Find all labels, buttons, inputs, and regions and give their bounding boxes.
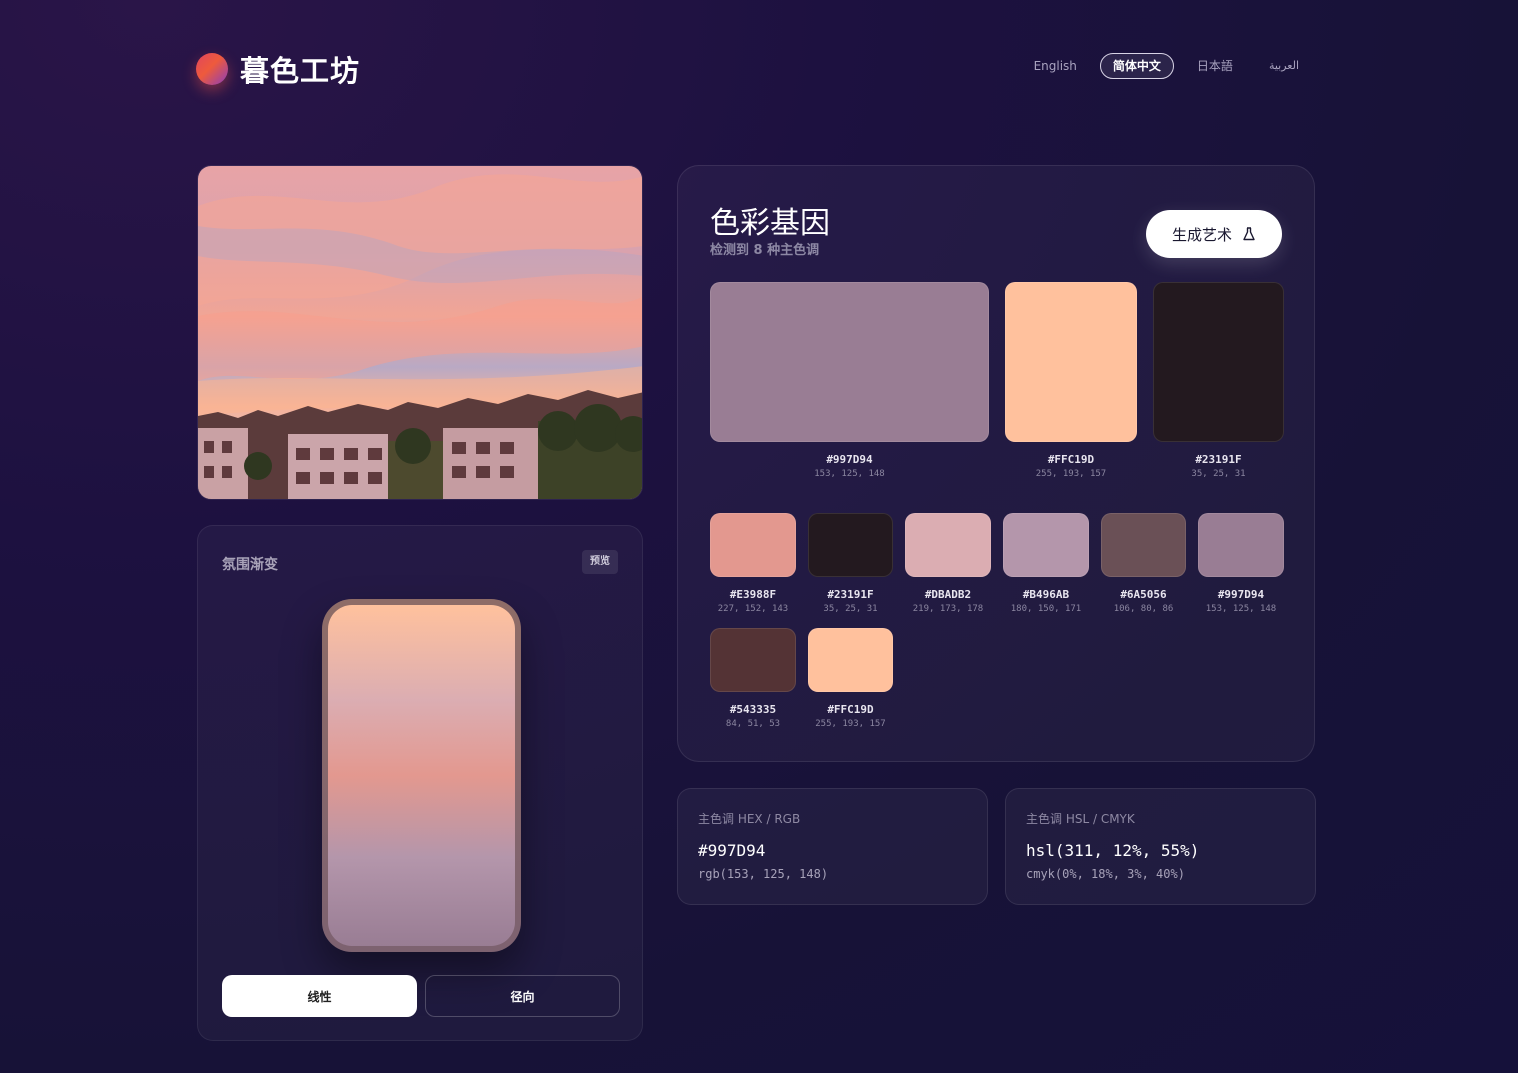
palette-swatch[interactable]: #23191F 35, 25, 31 bbox=[808, 513, 893, 614]
swatch-rgb: 227, 152, 143 bbox=[717, 604, 789, 614]
swatch-color bbox=[1005, 282, 1137, 442]
swatch-color bbox=[1153, 282, 1284, 442]
swatch-color bbox=[808, 513, 893, 577]
cmyk-value[interactable]: cmyk(0%, 18%, 3%, 40%) bbox=[1026, 867, 1185, 881]
lang-simplified-chinese[interactable]: 简体中文 bbox=[1099, 53, 1174, 79]
linear-gradient-button[interactable]: 线性 bbox=[222, 975, 417, 1017]
hex-rgb-label: 主色调 HEX / RGB bbox=[698, 812, 801, 826]
swatch-hex: #997D94 bbox=[1217, 588, 1265, 601]
lang-english[interactable]: English bbox=[1021, 53, 1090, 79]
color-genes-panel: 色彩基因 检测到 8 种主色调 生成艺术 #997D94 153, 125, 1… bbox=[677, 165, 1315, 762]
brand: 暮色工坊 bbox=[196, 48, 360, 90]
swatch-color bbox=[1101, 513, 1186, 577]
primary-swatch-1[interactable]: #997D94 153, 125, 148 bbox=[710, 282, 989, 479]
swatch-hex: #FFC19D bbox=[1047, 453, 1095, 466]
rgb-value[interactable]: rgb(153, 125, 148) bbox=[698, 867, 828, 881]
lang-japanese[interactable]: 日本語 bbox=[1184, 53, 1246, 79]
swatch-rgb: 153, 125, 148 bbox=[1205, 604, 1277, 614]
phone-mockup bbox=[322, 599, 521, 952]
swatch-rgb: 219, 173, 178 bbox=[912, 604, 984, 614]
palette-swatch[interactable]: #543335 84, 51, 53 bbox=[710, 628, 796, 729]
hsl-cmyk-card: 主色调 HSL / CMYK hsl(311, 12%, 55%) cmyk(0… bbox=[1005, 788, 1316, 905]
radial-gradient-button[interactable]: 径向 bbox=[425, 975, 620, 1017]
swatch-hex: #6A5056 bbox=[1120, 588, 1167, 601]
palette-swatch[interactable]: #997D94 153, 125, 148 bbox=[1198, 513, 1284, 614]
swatch-hex: #23191F bbox=[1195, 453, 1242, 466]
hsl-cmyk-label: 主色调 HSL / CMYK bbox=[1026, 812, 1135, 826]
swatch-hex: #23191F bbox=[827, 588, 874, 601]
palette-swatch[interactable]: #6A5056 106, 80, 86 bbox=[1101, 513, 1186, 614]
swatch-hex: #B496AB bbox=[1022, 588, 1070, 601]
gradient-panel-title: 氛围渐变 bbox=[222, 557, 278, 573]
swatch-color bbox=[808, 628, 893, 692]
swatch-color bbox=[710, 513, 796, 577]
generate-art-label: 生成艺术 bbox=[1171, 225, 1232, 244]
flask-icon bbox=[1243, 227, 1255, 241]
swatch-rgb: 255, 193, 157 bbox=[1035, 469, 1107, 479]
swatch-rgb: 35, 25, 31 bbox=[1191, 469, 1246, 479]
generate-art-button[interactable]: 生成艺术 bbox=[1146, 210, 1282, 258]
lang-arabic[interactable]: العربية bbox=[1256, 53, 1312, 79]
palette-title: 色彩基因 bbox=[710, 206, 830, 241]
swatch-rgb: 106, 80, 86 bbox=[1113, 604, 1174, 614]
logo-icon bbox=[196, 53, 228, 85]
source-photo bbox=[197, 165, 643, 500]
primary-swatch-3[interactable]: #23191F 35, 25, 31 bbox=[1153, 282, 1284, 479]
swatch-rgb: 153, 125, 148 bbox=[814, 469, 885, 479]
swatch-color bbox=[710, 282, 989, 442]
swatch-color bbox=[1003, 513, 1089, 577]
palette-swatch[interactable]: #DBADB2 219, 173, 178 bbox=[905, 513, 991, 614]
swatch-hex: #E3988F bbox=[729, 588, 777, 601]
ambient-gradient-panel: 氛围渐变 预览 线性 径向 bbox=[197, 525, 643, 1041]
swatch-hex: #543335 bbox=[729, 703, 777, 716]
brand-name: 暮色工坊 bbox=[240, 54, 361, 88]
swatch-rgb: 255, 193, 157 bbox=[815, 719, 886, 729]
swatch-color bbox=[905, 513, 991, 577]
primary-swatch-2[interactable]: #FFC19D 255, 193, 157 bbox=[1005, 282, 1137, 479]
swatch-hex: #FFC19D bbox=[827, 703, 874, 716]
palette-swatch[interactable]: #B496AB 180, 150, 171 bbox=[1003, 513, 1089, 614]
sunset-photo-image bbox=[198, 166, 642, 499]
swatch-rgb: 84, 51, 53 bbox=[725, 719, 781, 729]
palette-swatch[interactable]: #FFC19D 255, 193, 157 bbox=[808, 628, 893, 729]
swatch-rgb: 35, 25, 31 bbox=[823, 604, 878, 614]
hex-rgb-card: 主色调 HEX / RGB #997D94 rgb(153, 125, 148) bbox=[677, 788, 988, 905]
swatch-hex: #997D94 bbox=[826, 453, 873, 466]
language-switcher: English 简体中文 日本語 العربية bbox=[1021, 53, 1312, 79]
preview-badge: 预览 bbox=[582, 550, 618, 574]
gradient-preview-screen bbox=[328, 605, 515, 946]
hsl-value[interactable]: hsl(311, 12%, 55%) bbox=[1026, 841, 1199, 860]
swatch-color bbox=[710, 628, 796, 692]
swatch-color bbox=[1198, 513, 1284, 577]
swatch-rgb: 180, 150, 171 bbox=[1010, 604, 1082, 614]
palette-subtitle: 检测到 8 种主色调 bbox=[710, 243, 820, 258]
palette-swatch[interactable]: #E3988F 227, 152, 143 bbox=[710, 513, 796, 614]
swatch-hex: #DBADB2 bbox=[924, 588, 972, 601]
hex-value[interactable]: #997D94 bbox=[698, 841, 765, 860]
